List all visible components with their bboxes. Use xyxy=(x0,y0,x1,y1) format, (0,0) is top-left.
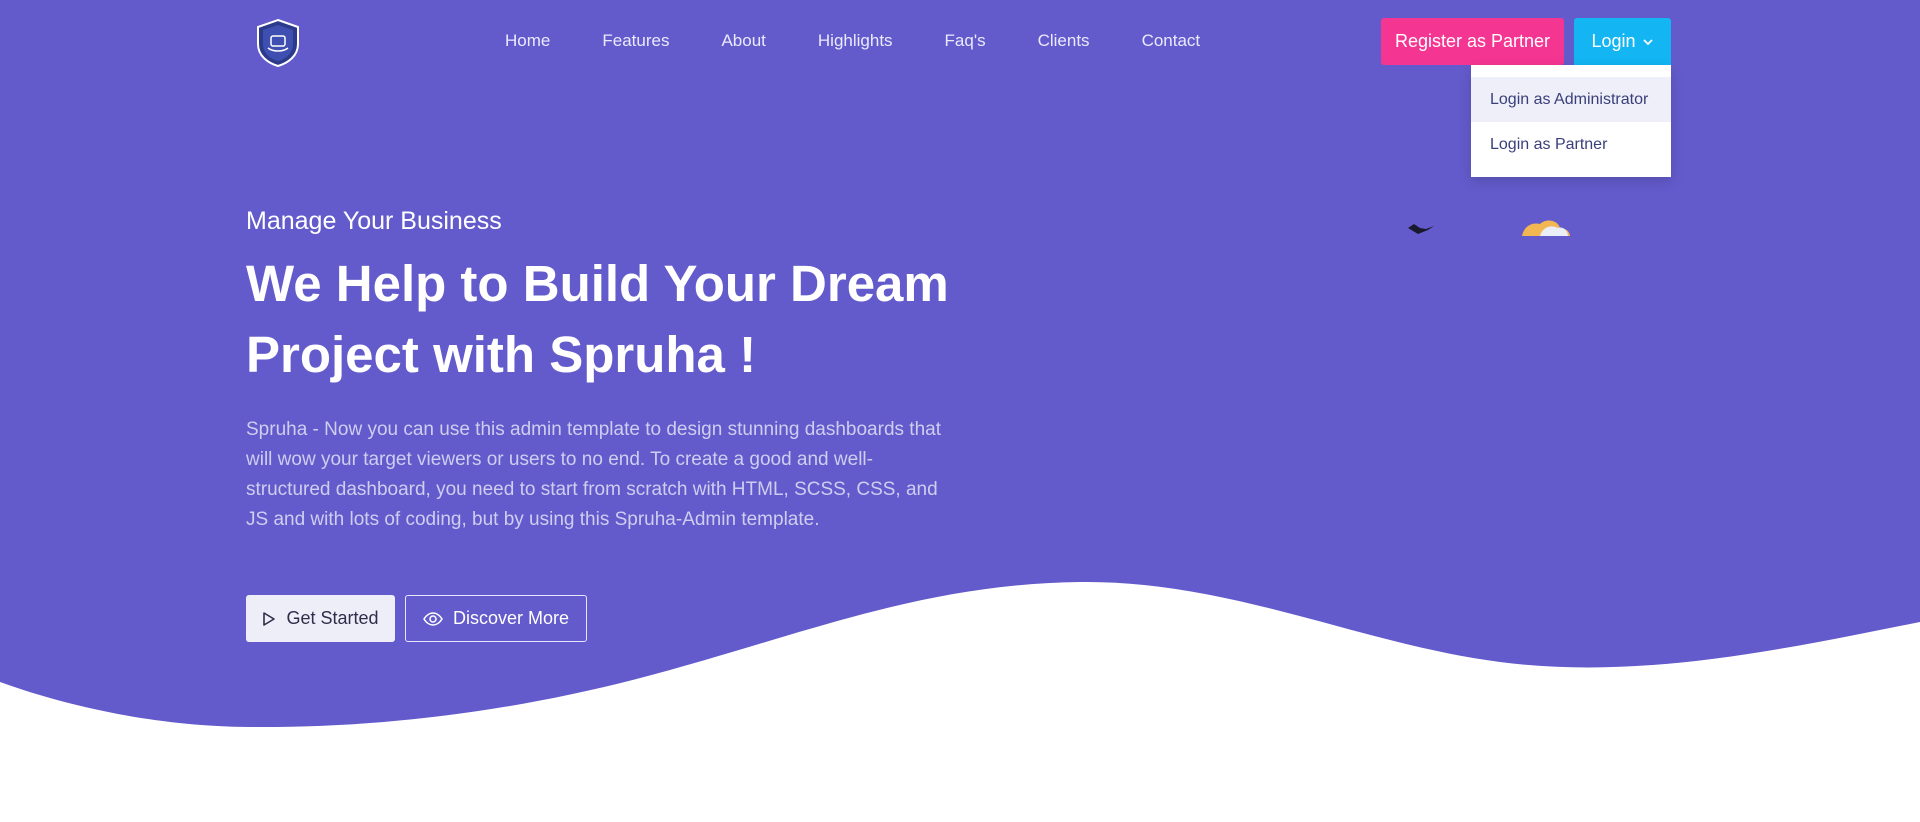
main-nav: Home Features About Highlights Faq's Cli… xyxy=(505,31,1252,51)
nav-home[interactable]: Home xyxy=(505,31,550,51)
nav-contact[interactable]: Contact xyxy=(1142,31,1201,51)
bird-icon xyxy=(1408,224,1434,234)
nav-clients[interactable]: Clients xyxy=(1038,31,1090,51)
register-partner-button[interactable]: Register as Partner xyxy=(1381,18,1564,65)
login-admin-label: Login as Administrator xyxy=(1490,90,1649,108)
register-button-label: Register as Partner xyxy=(1394,31,1551,51)
hero-title: We Help to Build Your Dream Project with… xyxy=(246,255,949,383)
nav-highlights[interactable]: Highlights xyxy=(818,31,893,51)
login-admin-item[interactable]: Login as Administrator xyxy=(1471,77,1671,122)
chevron-down-icon xyxy=(1642,38,1653,45)
get-started-label: Get Started xyxy=(286,608,379,628)
login-button[interactable]: Login xyxy=(1574,18,1671,65)
nav-features[interactable]: Features xyxy=(602,31,669,51)
nav-about[interactable]: About xyxy=(721,31,765,51)
discover-more-button[interactable]: Discover More xyxy=(405,595,587,642)
login-partner-label: Login as Partner xyxy=(1490,135,1608,153)
get-started-button[interactable]: Get Started xyxy=(246,595,395,642)
hero-illustration xyxy=(1408,220,1570,236)
login-partner-item[interactable]: Login as Partner xyxy=(1471,122,1671,167)
login-dropdown-menu: Login as Administrator Login as Partner xyxy=(1471,65,1671,177)
hero-description: Spruha - Now you can use this admin temp… xyxy=(246,419,941,530)
eye-icon xyxy=(423,611,443,626)
login-button-label: Login xyxy=(1591,31,1636,51)
shield-logo-icon[interactable] xyxy=(255,18,301,68)
nav-faqs[interactable]: Faq's xyxy=(945,31,986,51)
discover-more-label: Discover More xyxy=(452,608,570,628)
play-icon xyxy=(263,611,276,626)
hero-subtitle: Manage Your Business xyxy=(246,207,502,235)
